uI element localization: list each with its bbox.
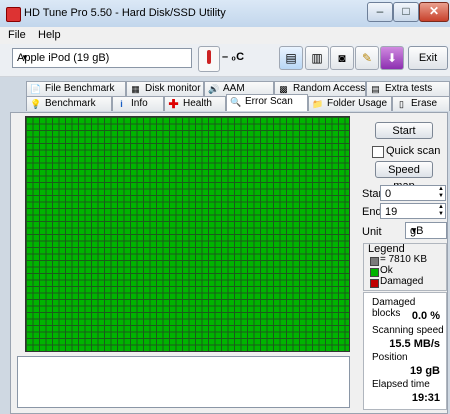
window-title: HD Tune Pro 5.50 - Hard Disk/SSD Utility [24,7,226,19]
menu-bar: File Help [0,27,450,44]
tab-erase[interactable]: ▯ Erase [392,96,450,111]
position-label: Position [372,352,408,363]
maximize-button[interactable]: □ [393,2,419,22]
legend-block-swatch [370,257,379,266]
speaker-icon: 🔊 [208,84,220,94]
download-icon[interactable]: ⬇ [380,46,404,70]
legend-ok-label: Ok [380,265,393,276]
tab-row-top: 📄 File Benchmark ▦ Disk monitor 🔊 AAM ▩ Rand… [0,81,450,96]
legend-damaged-swatch [370,279,379,288]
thermometer-icon [198,46,220,72]
app-icon [6,7,21,22]
legend-damaged-label: Damaged [380,276,424,287]
exit-button[interactable]: Exit [408,46,448,70]
magnifier-icon: 🔍 [230,97,242,107]
file-benchmark-icon: 📄 [30,84,42,94]
start-field-value: 0 [385,188,392,200]
legend-block-size: = 7810 KB [380,254,427,265]
title-bar: HD Tune Pro 5.50 - Hard Disk/SSD Utility… [0,0,450,27]
legend: Legend = 7810 KB Ok Damaged [363,243,447,291]
quick-scan-checkbox[interactable] [372,146,384,158]
tab-row-bottom: 💡 Benchmark i Info ✚ Health 🔍 Error Scan 📁 Fo… [0,94,450,111]
chevron-down-icon: ▼ [410,226,418,235]
end-field[interactable]: 19 ▲ ▼ [380,203,446,219]
scan-block-grid [25,116,350,352]
tab-extra-tests[interactable]: ▤ Extra tests [366,81,450,96]
lightbulb-icon: 💡 [30,99,42,109]
position-value: 19 gB [410,365,440,377]
screenshot-icon[interactable]: ◙ [330,46,354,70]
folder-icon: 📁 [312,99,324,109]
tab-error-scan[interactable]: 🔍 Error Scan [226,94,308,111]
unit-select[interactable]: gB ▼ [405,222,447,239]
scan-stats: Damaged blocks 0.0 % Scanning speed 15.5… [363,292,447,410]
copy-text-icon[interactable]: ▥ [305,46,329,70]
end-label: End [362,206,382,218]
spinner-arrows-icon[interactable]: ▲ ▼ [438,186,444,200]
scanning-speed-label: Scanning speed [372,325,444,336]
random-access-icon: ▩ [279,84,288,94]
tab-folder-usage[interactable]: 📁 Folder Usage [308,96,392,111]
end-field-value: 19 [385,206,398,218]
tab-file-benchmark[interactable]: 📄 File Benchmark [26,81,126,96]
temperature-readout: – ₀C [222,51,245,63]
minimize-button[interactable]: – [367,2,393,22]
elapsed-time-label: Elapsed time [372,379,430,390]
copy-info-icon[interactable]: ▤ [279,46,303,70]
quick-scan-label: Quick scan [386,145,441,157]
menu-file[interactable]: File [8,29,26,41]
tab-disk-monitor[interactable]: ▦ Disk monitor [126,81,204,96]
options-icon[interactable]: ✎ [355,46,379,70]
extra-tests-icon: ▤ [371,84,380,94]
info-icon: i [120,99,123,109]
speed-map-button[interactable]: Speed map [375,161,433,192]
tab-health[interactable]: ✚ Health [164,96,226,111]
erase-icon: ▯ [399,99,404,109]
start-button[interactable]: Start [375,122,433,139]
disk-monitor-icon: ▦ [131,84,140,94]
drive-select[interactable]: Apple iPod (19 gB) ▼ [12,48,192,68]
scan-log [17,356,350,408]
unit-label: Unit [362,226,382,238]
tab-info[interactable]: i Info [112,96,164,111]
start-field[interactable]: 0 ▲ ▼ [380,185,446,201]
damaged-blocks-value: 0.0 % [411,310,440,322]
tab-benchmark[interactable]: 💡 Benchmark [26,96,112,111]
menu-help[interactable]: Help [38,29,61,41]
chevron-down-icon: ▼ [21,53,29,62]
spinner-arrows-icon[interactable]: ▲ ▼ [438,204,444,218]
close-button[interactable]: ✕ [419,2,449,22]
health-cross-icon: ✚ [168,97,179,111]
scanning-speed-value: 15.5 MB/s [389,338,440,350]
elapsed-time-value: 19:31 [411,392,440,404]
legend-ok-swatch [370,268,379,277]
